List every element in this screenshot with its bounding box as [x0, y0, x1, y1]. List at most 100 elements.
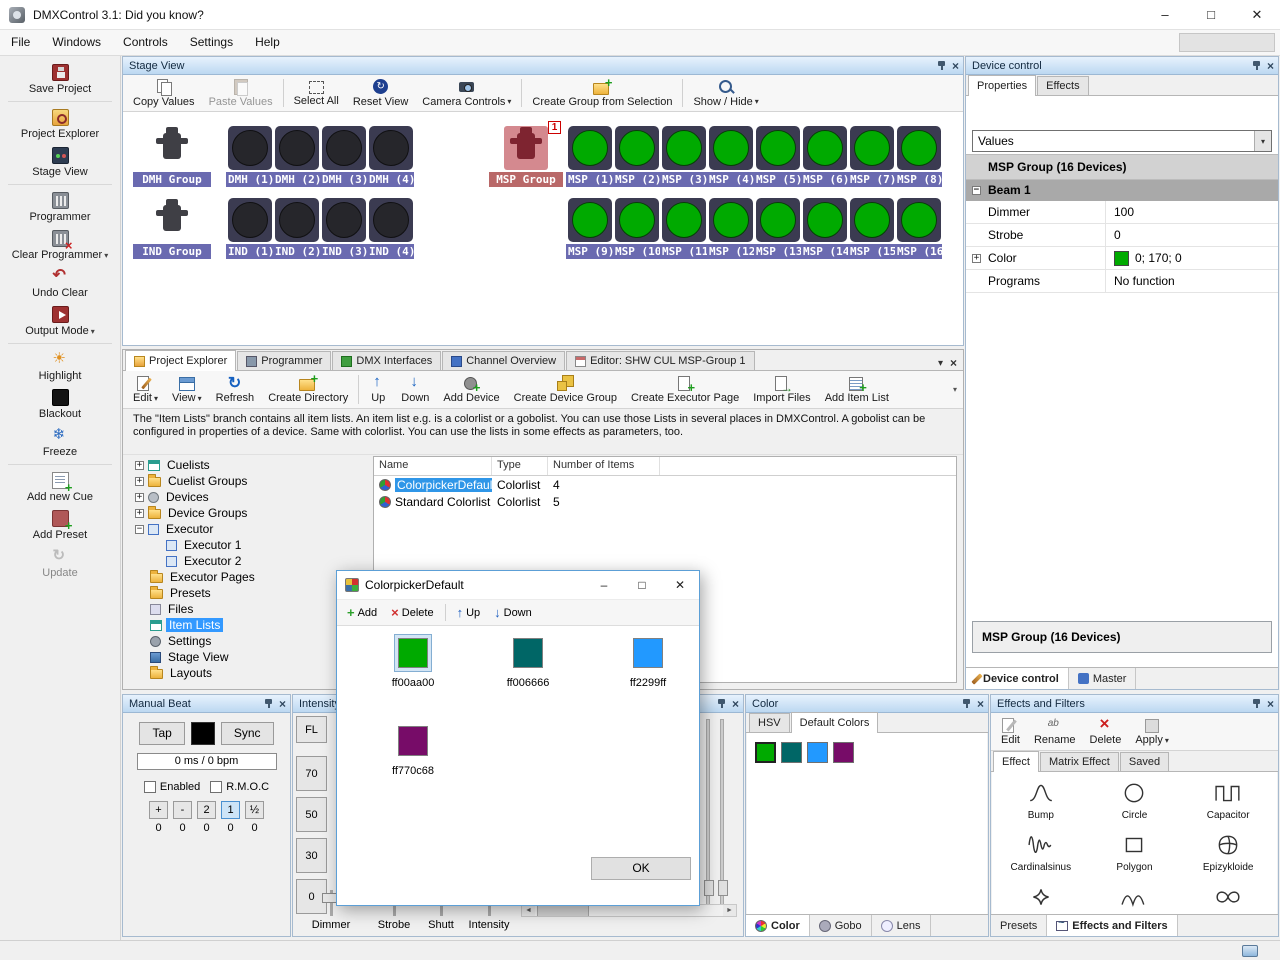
- maximize-button[interactable]: □: [1188, 0, 1234, 29]
- effect-polygon[interactable]: Polygon: [1088, 826, 1182, 878]
- explorer-create-directory-button[interactable]: Create Directory: [261, 372, 355, 407]
- fixture-msp-3[interactable]: MSP (3): [660, 126, 707, 187]
- ok-button[interactable]: OK: [591, 857, 691, 880]
- explorer-refresh-button[interactable]: Refresh: [209, 372, 262, 407]
- pin-icon[interactable]: [717, 698, 727, 709]
- column-header-type[interactable]: Type: [492, 457, 548, 475]
- slider-thumb[interactable]: [718, 880, 728, 896]
- close-icon[interactable]: ×: [1267, 60, 1274, 72]
- effect-bump[interactable]: Bump: [994, 774, 1088, 826]
- vertical-slider-track[interactable]: [720, 719, 724, 905]
- column-header-number-of-items[interactable]: Number of Items: [548, 457, 660, 475]
- scrollbar-thumb[interactable]: [537, 905, 589, 916]
- property-value-cell[interactable]: 100: [1106, 201, 1278, 223]
- beat-step-button-1[interactable]: 1: [221, 801, 240, 819]
- intensity-level-30-button[interactable]: 30: [296, 838, 327, 873]
- dialog-up-button[interactable]: ↑Up: [451, 604, 487, 621]
- explorer-create-device-group-button[interactable]: Create Device Group: [507, 372, 624, 407]
- stage-create-group-from-selection-button[interactable]: Create Group from Selection: [525, 76, 679, 110]
- tap-button[interactable]: Tap: [139, 722, 184, 745]
- explorer-import-files-button[interactable]: Import Files: [746, 372, 817, 407]
- monitor-tray-icon[interactable]: [1242, 945, 1258, 957]
- sidebar-item-add-new-cue[interactable]: Add new Cue: [0, 468, 120, 506]
- tree-item-presets[interactable]: Presets: [131, 585, 369, 601]
- property-value-cell[interactable]: No function: [1106, 270, 1278, 292]
- expand-icon[interactable]: +: [135, 461, 144, 470]
- dialog-minimize-button[interactable]: –: [585, 571, 623, 599]
- effects-tab-matrix-effect[interactable]: Matrix Effect: [1040, 752, 1119, 771]
- values-dropdown[interactable]: Values ▾: [972, 130, 1272, 152]
- close-icon[interactable]: ×: [279, 698, 286, 710]
- right-bottom-tab-effects-and-filters[interactable]: Effects and Filters: [1047, 915, 1177, 936]
- fixture-group-dmh-group[interactable]: DMH Group: [133, 126, 211, 187]
- scroll-right-icon[interactable]: ►: [723, 905, 736, 916]
- stage-reset-view-button[interactable]: Reset View: [346, 76, 415, 110]
- tree-item-devices[interactable]: +Devices: [131, 489, 369, 505]
- sidebar-item-add-preset[interactable]: Add Preset: [0, 506, 120, 544]
- tree-item-executor[interactable]: −Executor: [131, 521, 369, 537]
- dialog-close-button[interactable]: ✕: [661, 571, 699, 599]
- fixture-msp-16[interactable]: MSP (16): [895, 198, 942, 259]
- explorer-down-button[interactable]: Down: [394, 372, 436, 407]
- fixture-group-msp-group[interactable]: 1MSP Group: [489, 126, 563, 187]
- close-icon[interactable]: ×: [977, 698, 984, 710]
- color-swatch-item[interactable]: ff2299ff: [600, 634, 696, 689]
- document-tab-programmer[interactable]: Programmer: [237, 351, 331, 370]
- beat-step-button-[interactable]: ½: [245, 801, 264, 819]
- explorer-create-executor-page-button[interactable]: Create Executor Page: [624, 372, 746, 407]
- sidebar-item-clear-programmer[interactable]: Clear Programmer▾: [0, 226, 120, 264]
- fader-track[interactable]: [330, 890, 333, 916]
- effect-circle[interactable]: Circle: [1088, 774, 1182, 826]
- fixture-msp-8[interactable]: MSP (8): [895, 126, 942, 187]
- tree-item-cuelists[interactable]: +Cuelists: [131, 457, 369, 473]
- fixture-ind-3[interactable]: IND (3): [320, 198, 367, 259]
- tree-item-cuelist-groups[interactable]: +Cuelist Groups: [131, 473, 369, 489]
- right-bottom-tab-presets[interactable]: Presets: [991, 915, 1047, 936]
- fixture-dmh-4[interactable]: DMH (4): [367, 126, 414, 187]
- effect-pows[interactable]: Pows: [1088, 878, 1182, 914]
- property-row-dimmer[interactable]: Dimmer100: [966, 201, 1278, 224]
- fixture-msp-15[interactable]: MSP (15): [848, 198, 895, 259]
- tree-item-executor-pages[interactable]: Executor Pages: [131, 569, 369, 585]
- attribute-tab-gobo[interactable]: Gobo: [810, 915, 872, 936]
- explorer-up-button[interactable]: Up: [362, 372, 394, 407]
- expand-icon[interactable]: +: [135, 509, 144, 518]
- sync-button[interactable]: Sync: [221, 722, 274, 745]
- expand-icon[interactable]: +: [135, 493, 144, 502]
- beat-step-button-[interactable]: -: [173, 801, 192, 819]
- fixture-msp-11[interactable]: MSP (11): [660, 198, 707, 259]
- minimize-button[interactable]: –: [1142, 0, 1188, 29]
- close-icon[interactable]: ×: [732, 698, 739, 710]
- fixture-msp-4[interactable]: MSP (4): [707, 126, 754, 187]
- explorer-add-device-button[interactable]: Add Device: [436, 372, 506, 407]
- table-row[interactable]: ColorpickerDefaultColorlist4: [374, 476, 956, 493]
- pin-icon[interactable]: [962, 698, 972, 709]
- fixture-msp-13[interactable]: MSP (13): [754, 198, 801, 259]
- effects-tab-saved[interactable]: Saved: [1120, 752, 1169, 771]
- slider-thumb[interactable]: [704, 880, 714, 896]
- intensity-level-70-button[interactable]: 70: [296, 756, 327, 791]
- effect-epizykloide[interactable]: Epizykloide: [1181, 826, 1275, 878]
- sidebar-item-blackout[interactable]: Blackout: [0, 385, 120, 423]
- preset-color-swatch[interactable]: [781, 742, 802, 763]
- tree-item-item-lists[interactable]: Item Lists: [131, 617, 369, 633]
- sidebar-item-freeze[interactable]: Freeze: [0, 423, 120, 461]
- pin-icon[interactable]: [264, 698, 274, 709]
- menu-file[interactable]: File: [0, 30, 41, 55]
- effects-delete-button[interactable]: Delete: [1083, 714, 1129, 749]
- preset-color-swatch[interactable]: [833, 742, 854, 763]
- effect-lissajous[interactable]: Lissajous: [1181, 878, 1275, 914]
- stage-canvas[interactable]: DMH GroupDMH (1)DMH (2)DMH (3)DMH (4)1MS…: [123, 112, 963, 345]
- fixture-msp-10[interactable]: MSP (10): [613, 198, 660, 259]
- preset-color-swatch[interactable]: [755, 742, 776, 763]
- menu-controls[interactable]: Controls: [112, 30, 179, 55]
- checkbox-r-m-o-c[interactable]: R.M.O.C: [210, 781, 269, 793]
- fixture-dmh-1[interactable]: DMH (1): [226, 126, 273, 187]
- sidebar-item-highlight[interactable]: Highlight: [0, 347, 120, 385]
- expand-icon[interactable]: +: [135, 477, 144, 486]
- table-row[interactable]: Standard Colorlist 1Colorlist5: [374, 493, 956, 510]
- close-icon[interactable]: ×: [1267, 698, 1274, 710]
- stage-select-all-button[interactable]: Select All: [287, 76, 346, 110]
- explorer-edit-button[interactable]: Edit▾: [126, 372, 165, 407]
- close-button[interactable]: ✕: [1234, 0, 1280, 29]
